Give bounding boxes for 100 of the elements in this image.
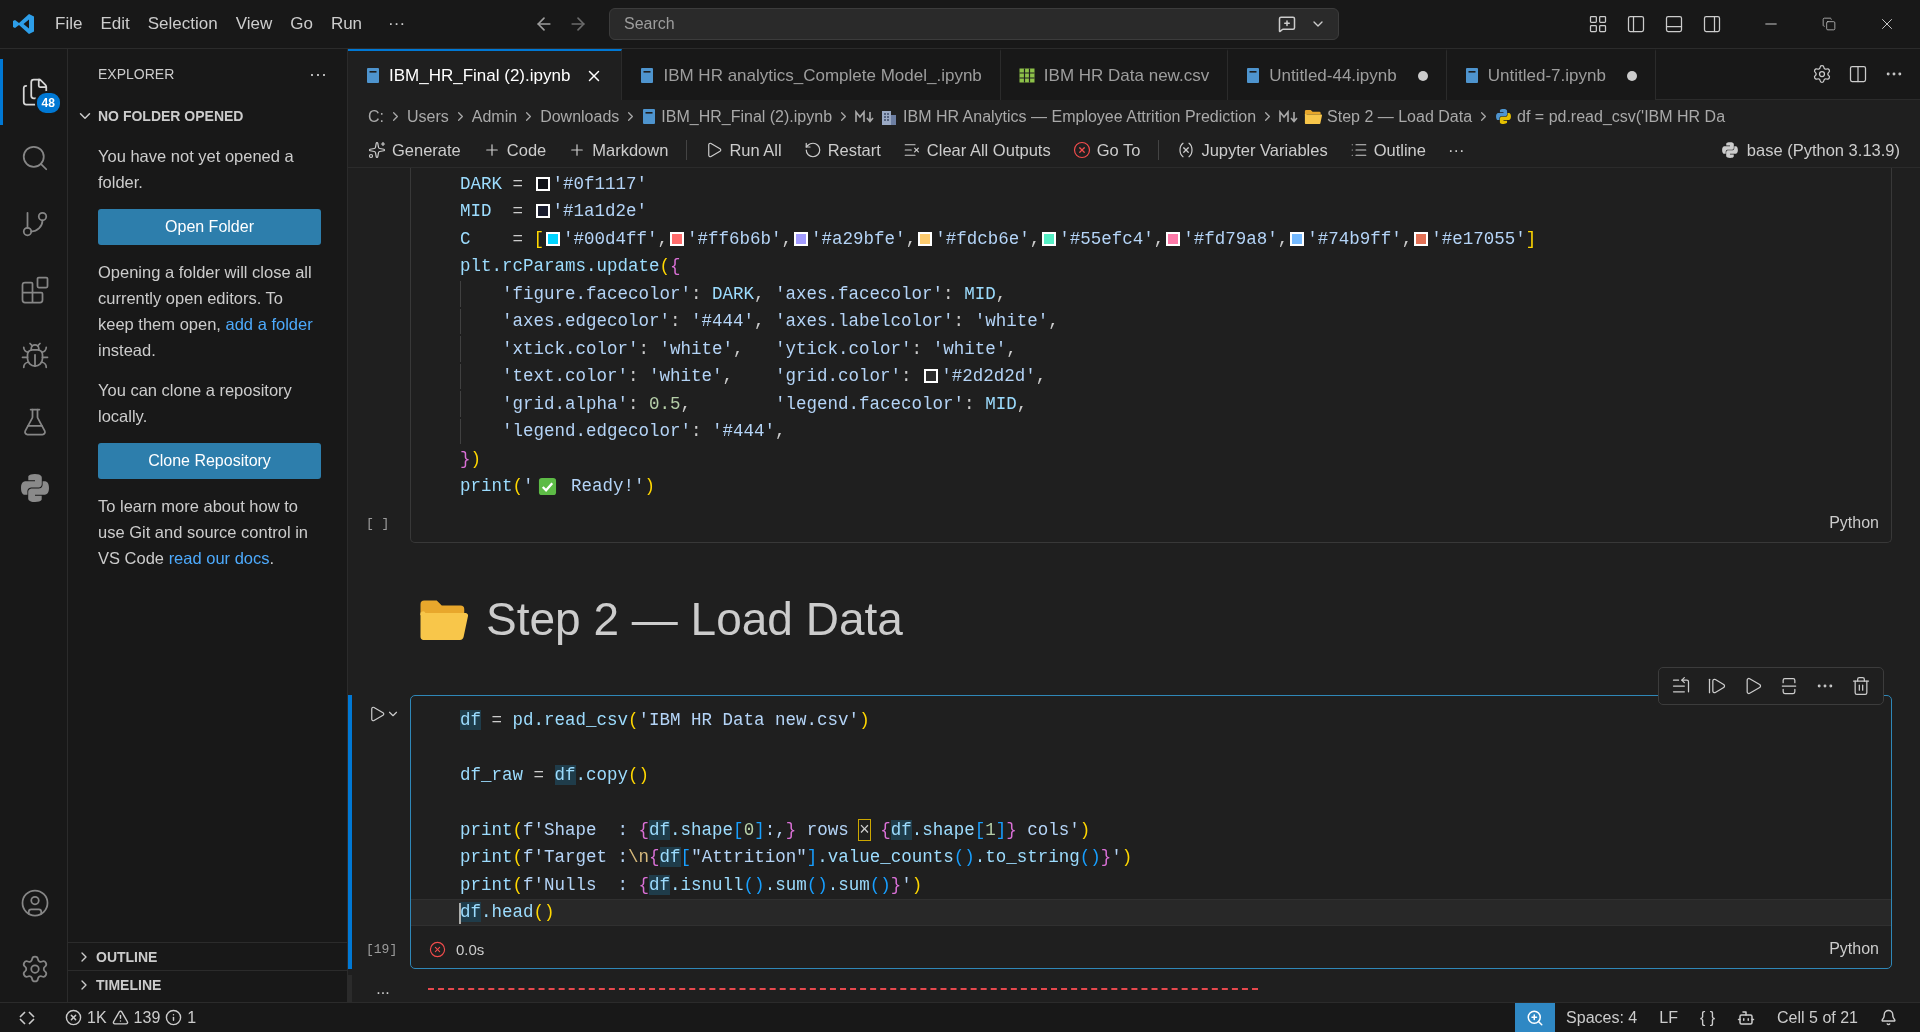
- section-title[interactable]: TIMELINE: [96, 976, 162, 993]
- restore-icon[interactable]: [1822, 17, 1836, 31]
- code-text: C = [: [460, 228, 545, 249]
- code-text: print(': [460, 476, 534, 497]
- toolbar-button[interactable]: Outline: [1341, 138, 1434, 162]
- more-actions[interactable]: ···: [309, 63, 327, 85]
- code-line: 'legend.edgecolor': '#444',: [502, 421, 786, 442]
- section-title[interactable]: OUTLINE: [96, 948, 158, 965]
- menu-item[interactable]: File: [46, 14, 92, 34]
- editor-tab[interactable]: IBM HR Data new.csv: [1000, 49, 1229, 100]
- problems-status-item[interactable]: 1K 139 1: [54, 1003, 208, 1032]
- editor-tab[interactable]: IBM_HR_Final (2).ipynb: [348, 49, 623, 100]
- delete-icon[interactable]: [1851, 676, 1871, 696]
- code-text: '#e17055']: [1431, 228, 1537, 249]
- help-text: Opening a folder will close all currently open editors. To keep them open, add a folder instead.: [98, 262, 314, 361]
- status-item[interactable]: LF: [1648, 1003, 1689, 1032]
- toolbar-button[interactable]: Jupyter Variables: [1169, 138, 1336, 162]
- menu-item[interactable]: Selection: [138, 14, 227, 34]
- language-label[interactable]: Python: [1829, 940, 1879, 958]
- app-logo-icon: [12, 12, 36, 36]
- toolbar-button[interactable]: Restart: [795, 138, 889, 162]
- zoom-status-item[interactable]: [1515, 1003, 1556, 1032]
- run-cell-icon[interactable]: [368, 705, 386, 723]
- breadcrumb-item[interactable]: Admin: [471, 107, 518, 126]
- settings-icon[interactable]: [1812, 64, 1832, 84]
- status-item[interactable]: Cell 5 of 21: [1766, 1003, 1869, 1032]
- help-link[interactable]: read our docs: [168, 549, 270, 567]
- code-text: '#1a1d2e': [552, 201, 648, 222]
- help-text: To learn more about how to use Git and source control in VS Code read our docs.: [98, 496, 310, 569]
- code-line: print(f'Shape : {df.shape[0]:,} rows × {df.shape[1]} cols'): [460, 819, 1091, 840]
- account-icon[interactable]: [20, 888, 50, 918]
- code-text: Ready!'): [570, 476, 656, 497]
- layout-icon[interactable]: [1588, 14, 1608, 34]
- settings-icon[interactable]: [20, 954, 50, 984]
- secondary-sidebar-icon[interactable]: [1702, 14, 1722, 34]
- menu-item[interactable]: Edit: [91, 14, 139, 34]
- language-label[interactable]: Python: [1829, 514, 1879, 532]
- more-menu[interactable]: ···: [379, 14, 415, 34]
- markdown-heading: Step 2 — Load Data: [486, 592, 903, 646]
- code-cell[interactable]: [410, 168, 1892, 543]
- kernel-picker[interactable]: base (Python 3.13.9): [1714, 139, 1906, 161]
- search-box[interactable]: Search: [609, 8, 1340, 40]
- remote-icon: [18, 1008, 36, 1027]
- breadcrumb-item[interactable]: Step 2 — Load Data: [1327, 107, 1473, 126]
- code-line: df_raw = df.copy(): [460, 764, 650, 785]
- markdown-icon: [1279, 109, 1300, 124]
- editor-tab[interactable]: Untitled-44.ipynb: [1228, 49, 1447, 100]
- sidebar-toggle-icon[interactable]: [1626, 14, 1646, 34]
- sidebar-button[interactable]: Open Folder: [98, 209, 321, 245]
- execution-count: [ ]: [366, 516, 390, 531]
- toolbar-button[interactable]: Run All: [697, 138, 790, 162]
- code-cell[interactable]: [410, 695, 1892, 969]
- breadcrumb-item[interactable]: IBM HR Analytics — Employee Attrition Prediction: [903, 107, 1257, 126]
- toolbar-button[interactable]: Markdown: [560, 138, 677, 162]
- help-link[interactable]: add a folder: [225, 315, 313, 333]
- bot-icon: [1737, 1008, 1756, 1027]
- notebook-icon: [1464, 67, 1479, 84]
- search-field[interactable]: Search: [622, 10, 1279, 38]
- menu-item[interactable]: Run: [321, 14, 372, 34]
- bug-icon: [20, 341, 50, 371]
- collapsed-cell-marker[interactable]: ...: [352, 980, 414, 998]
- code-text: '#55efc4',: [1059, 228, 1165, 249]
- panel-toggle-icon[interactable]: [1664, 14, 1684, 34]
- notebook-icon: [1246, 67, 1261, 84]
- help-text: You can clone a repository locally.: [98, 380, 293, 427]
- error-icon: [1072, 141, 1091, 159]
- unsaved-dot: [1626, 70, 1637, 81]
- more-button[interactable]: ···: [1439, 138, 1473, 162]
- split-cell-icon[interactable]: [1779, 676, 1799, 696]
- status-item[interactable]: { }: [1688, 1003, 1727, 1032]
- code-text: '#2d2d2d',: [941, 366, 1047, 387]
- toolbar-button[interactable]: Generate: [360, 138, 469, 162]
- menu-item[interactable]: Go: [281, 14, 322, 34]
- sparkle-icon: [368, 141, 386, 159]
- code-text: '#ff6b6b',: [687, 228, 793, 249]
- breadcrumb-item[interactable]: C:: [368, 107, 384, 126]
- code-line: 'axes.edgecolor': '#444', 'axes.labelcolor': 'white',: [502, 311, 1059, 332]
- editor-tab[interactable]: IBM HR analytics_Complete Model_.ipynb: [622, 49, 1001, 100]
- run-above-icon[interactable]: [1707, 676, 1727, 696]
- breadcrumb-item[interactable]: IBM_HR_Final (2).ipynb: [661, 107, 833, 126]
- code-text: DARK =: [460, 173, 525, 194]
- code-line: df.head(): [460, 902, 555, 923]
- toolbar-button[interactable]: Go To: [1064, 138, 1149, 162]
- list-icon: [1349, 141, 1368, 159]
- toolbar-button[interactable]: Clear All Outputs: [894, 138, 1059, 162]
- status-item[interactable]: Spaces: 4: [1555, 1003, 1649, 1032]
- notebook-icon: [642, 108, 657, 125]
- split-editor-icon[interactable]: [1848, 64, 1868, 84]
- section-title[interactable]: NO FOLDER OPENED: [98, 108, 244, 124]
- editor-tab[interactable]: Untitled-7.ipynb: [1446, 49, 1656, 100]
- chat-icon[interactable]: [1278, 15, 1297, 33]
- menu-item[interactable]: View: [226, 14, 282, 34]
- sidebar-button[interactable]: Clone Repository: [98, 443, 321, 479]
- toolbar-button[interactable]: Code: [474, 138, 555, 162]
- error-icon: [65, 1009, 82, 1026]
- breadcrumb-item[interactable]: Users: [407, 107, 449, 126]
- breadcrumb-item[interactable]: df = pd.read_csv('IBM HR Da: [1517, 107, 1726, 126]
- bell-icon: [1880, 1009, 1897, 1026]
- restart-icon: [803, 141, 822, 159]
- breadcrumb-item[interactable]: Downloads: [540, 107, 620, 126]
